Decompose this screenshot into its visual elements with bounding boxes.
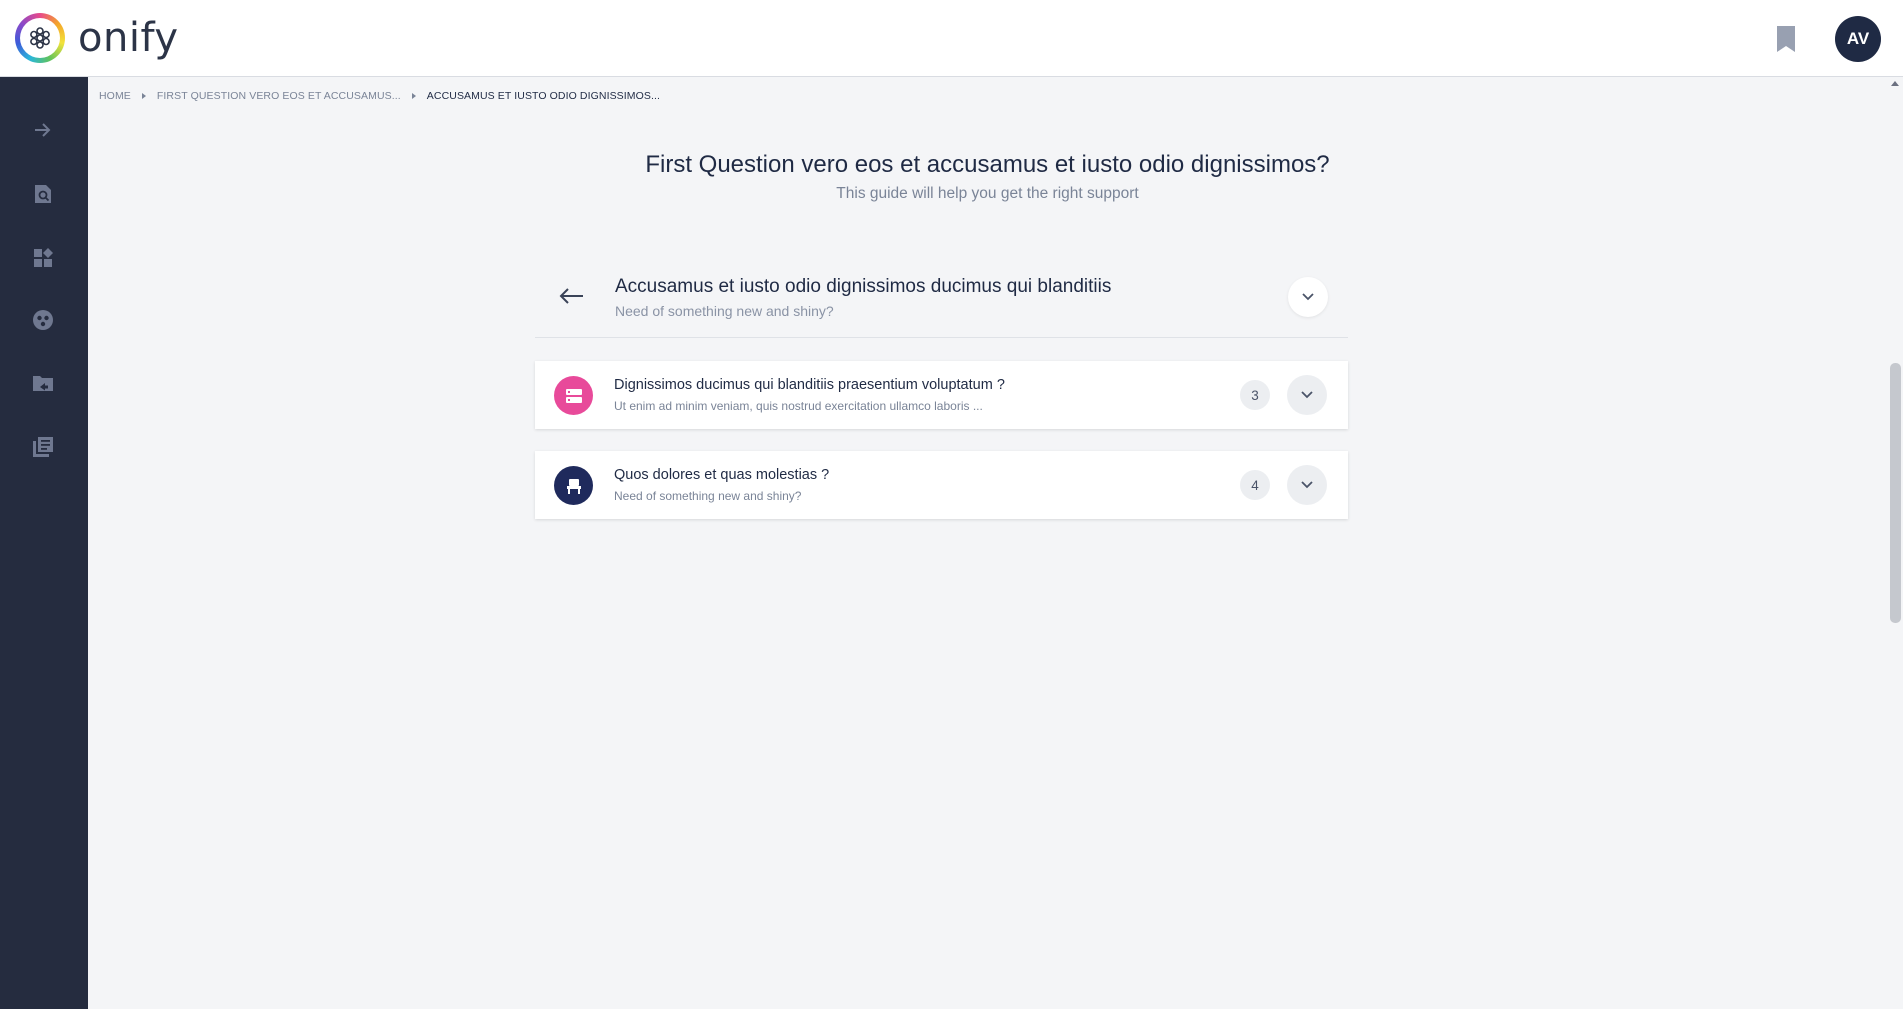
folder-shared-icon[interactable] xyxy=(28,368,58,398)
question-title: Accusamus et iusto odio dignissimos duci… xyxy=(615,276,1112,297)
library-icon[interactable] xyxy=(28,432,58,462)
option-subtitle: Need of something new and shiny? xyxy=(614,489,802,503)
breadcrumb-home[interactable]: HOME xyxy=(99,90,131,102)
sidebar xyxy=(0,77,88,1009)
app-logo[interactable]: onify xyxy=(15,13,179,63)
breadcrumb: HOME FIRST QUESTION VERO EOS ET ACCUSAMU… xyxy=(99,89,660,103)
option-subtitle: Ut enim ad minim veniam, quis nostrud ex… xyxy=(614,399,983,413)
logo-icon xyxy=(15,13,65,63)
option-title: Dignissimos ducimus qui blanditiis praes… xyxy=(614,377,1005,393)
breadcrumb-separator-icon xyxy=(411,93,416,99)
breadcrumb-separator-icon xyxy=(141,93,146,99)
option-card[interactable]: Quos dolores et quas molestias ? Need of… xyxy=(535,451,1348,519)
server-icon xyxy=(554,376,593,415)
question-header: Accusamus et iusto odio dignissimos duci… xyxy=(535,262,1348,338)
back-arrow-icon[interactable] xyxy=(555,280,587,312)
option-card[interactable]: Dignissimos ducimus qui blanditiis praes… xyxy=(535,361,1348,429)
question-subtitle: Need of something new and shiny? xyxy=(615,303,834,319)
scroll-thumb[interactable] xyxy=(1890,363,1901,623)
avatar[interactable]: AV xyxy=(1835,16,1881,62)
chair-icon xyxy=(554,466,593,505)
top-bar: onify AV xyxy=(0,0,1903,77)
page-title: First Question vero eos et accusamus et … xyxy=(645,151,1330,178)
search-document-icon[interactable] xyxy=(28,179,58,209)
arrow-right-icon[interactable] xyxy=(28,115,58,145)
chevron-down-icon[interactable] xyxy=(1287,465,1327,505)
count-badge: 4 xyxy=(1240,470,1270,500)
breadcrumb-level1[interactable]: FIRST QUESTION VERO EOS ET ACCUSAMUS... xyxy=(157,90,401,102)
scrollbar[interactable] xyxy=(1887,77,1903,1009)
page-subtitle: This guide will help you get the right s… xyxy=(836,185,1139,202)
scroll-up-arrow[interactable] xyxy=(1891,81,1899,86)
chevron-down-icon[interactable] xyxy=(1288,277,1328,317)
breadcrumb-current: ACCUSAMUS ET IUSTO ODIO DIGNISSIMOS... xyxy=(426,90,661,102)
app-name: onify xyxy=(78,15,179,61)
count-badge: 3 xyxy=(1240,380,1270,410)
option-title: Quos dolores et quas molestias ? xyxy=(614,467,830,483)
group-icon[interactable] xyxy=(28,305,58,335)
bookmark-icon[interactable] xyxy=(1775,25,1797,53)
chevron-down-icon[interactable] xyxy=(1287,375,1327,415)
widgets-icon[interactable] xyxy=(28,243,58,273)
